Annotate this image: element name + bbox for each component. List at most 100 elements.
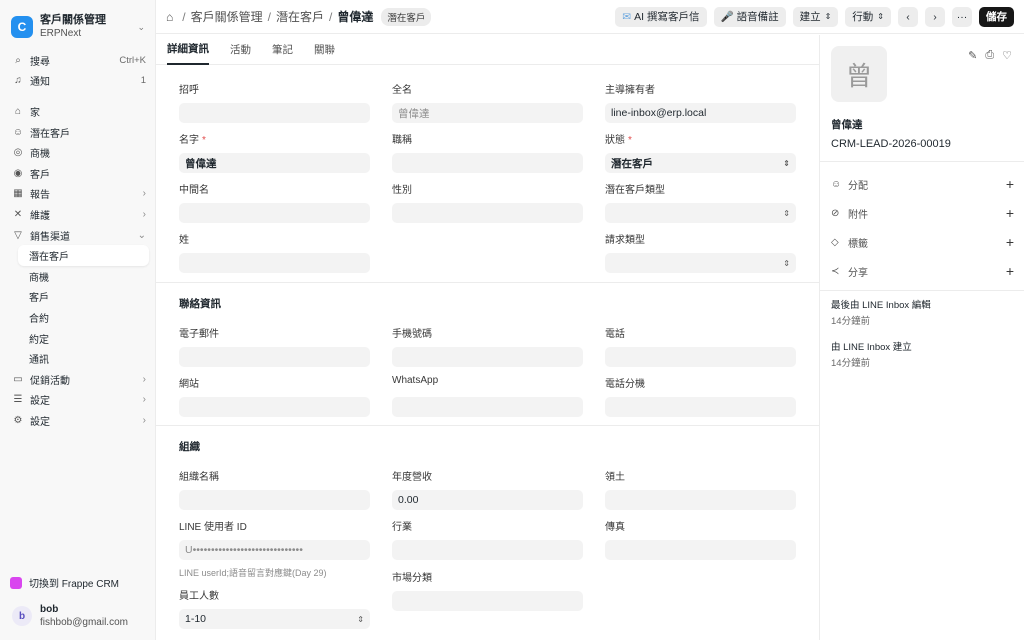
mobile-input[interactable] [392, 347, 583, 367]
employees-select[interactable]: 1-10 ⇕ [179, 609, 370, 629]
save-button[interactable]: 儲存 [979, 6, 1014, 27]
request-type-select[interactable]: ⇕ [605, 253, 796, 273]
assign-action[interactable]: ☺ 分配 + [831, 176, 1014, 192]
plus-icon[interactable]: + [1006, 263, 1014, 279]
tab-notes[interactable]: 筆記 [272, 35, 293, 65]
first-name-input[interactable]: 曾偉達 [179, 153, 370, 173]
home-icon[interactable]: ⌂ [166, 10, 173, 24]
create-button[interactable]: 建立 ⇕ [792, 6, 839, 27]
breadcrumb-crm[interactable]: 客戶關係管理 [191, 8, 263, 25]
field-label: 組織名稱 [179, 472, 219, 483]
tags-action[interactable]: ◇ 標籤 + [831, 234, 1014, 250]
middle-name-input[interactable] [179, 203, 370, 223]
salutation-input[interactable] [179, 103, 370, 123]
last-name-input[interactable] [179, 253, 370, 273]
field-label: 行業 [392, 522, 412, 533]
lead-owner-input[interactable]: line-inbox@erp.local [605, 103, 796, 123]
prev-record-button[interactable]: ‹ [898, 6, 918, 27]
lead-type-select[interactable]: ⇕ [605, 203, 796, 223]
job-title-input[interactable] [392, 153, 583, 173]
sidebar-subitem-appointments[interactable]: 約定 [0, 328, 155, 349]
whatsapp-input[interactable] [392, 397, 583, 417]
sidebar-subitem-communications[interactable]: 通訊 [0, 348, 155, 369]
sidebar-item-campaigns[interactable]: ▭ 促銷活動 › [0, 369, 155, 390]
field-label: 職稱 [392, 135, 412, 146]
print-icon[interactable]: ⎙ [985, 49, 994, 62]
switch-to-frappe-crm[interactable]: 切換到 Frappe CRM [10, 575, 119, 590]
sidebar-subitem-leads[interactable]: 潛在客戶 [18, 245, 149, 266]
sidebar-search[interactable]: ⌕ 搜尋 Ctrl+K [0, 50, 155, 71]
ai-compose-button[interactable]: ✉ AI 撰寫客戶信 [615, 6, 707, 27]
org-name-field: 組織名稱 [179, 468, 370, 510]
sidebar-item-settings[interactable]: ⚙ 設定 › [0, 410, 155, 431]
sidebar-item-leads[interactable]: ☺ 潛在客戶 [0, 122, 155, 143]
section-title: 聯絡資訊 [179, 298, 221, 310]
more-button[interactable]: ··· [952, 6, 972, 27]
email-field: 電子郵件 [179, 325, 370, 367]
ellipsis-icon: ··· [956, 10, 968, 23]
territory-input[interactable] [605, 490, 796, 510]
last-name-field: 姓 [179, 231, 370, 273]
plus-icon[interactable]: + [1006, 176, 1014, 192]
sidebar-subitem-customers[interactable]: 客戶 [0, 287, 155, 308]
phone-ext-input[interactable] [605, 397, 796, 417]
tab-connections[interactable]: 關聯 [314, 35, 335, 65]
actions-button[interactable]: 行動 ⇕ [845, 6, 891, 27]
section-title: 組織 [179, 441, 200, 453]
full-name-input: 曾偉達 [392, 103, 583, 123]
attachments-action[interactable]: ⊘ 附件 + [831, 205, 1014, 221]
sidebar-notifications[interactable]: ♫ 通知 1 [0, 71, 155, 92]
created-log: 由 LINE Inbox 建立 14分鐘前 [831, 340, 912, 372]
next-record-button[interactable]: › [925, 6, 945, 27]
heart-icon[interactable]: ♡ [1002, 49, 1012, 62]
sidebar-item-maintenance[interactable]: ✕ 維護 › [0, 204, 155, 225]
field-label: 招呼 [179, 85, 199, 96]
voice-note-label: 語音備註 [736, 11, 779, 23]
sidebar-item-home[interactable]: ⌂ 家 [0, 101, 155, 122]
website-input[interactable] [179, 397, 370, 417]
breadcrumb-leads[interactable]: 潛在客戶 [276, 8, 324, 25]
app-switcher[interactable]: C 客戶關係管理 ERPNext ⌄ [0, 0, 155, 44]
field-label: 手機號碼 [392, 329, 432, 340]
select-arrows-icon: ⇕ [824, 12, 832, 21]
email-input[interactable] [179, 347, 370, 367]
org-name-input[interactable] [179, 490, 370, 510]
annual-revenue-input[interactable]: 0.00 [392, 490, 583, 510]
sidebar-item-customers[interactable]: ◉ 客戶 [0, 163, 155, 184]
sidebar-item-sales-pipeline[interactable]: ▽ 銷售渠道 ⌄ [0, 225, 155, 246]
plus-icon[interactable]: + [1006, 205, 1014, 221]
sidebar-item-label: 設定 [30, 416, 50, 428]
tab-details[interactable]: 詳細資訊 [167, 35, 209, 65]
sidebar-item-label: 潛在客戶 [29, 252, 69, 264]
sidebar-item-setup[interactable]: ☰ 設定 › [0, 390, 155, 411]
share-action[interactable]: ≺ 分享 + [831, 263, 1014, 279]
record-avatar[interactable]: 曾 [831, 46, 887, 102]
sidebar-subitem-contracts[interactable]: 合約 [0, 307, 155, 328]
voice-note-button[interactable]: 🎤 語音備註 [713, 6, 786, 27]
sidebar-item-label: 搜尋 [30, 56, 50, 68]
edit-icon[interactable]: ✎ [968, 49, 977, 62]
field-label: 電子郵件 [179, 329, 219, 340]
select-arrows-icon: ⇕ [783, 258, 790, 268]
form-area: 詳細資訊 活動 筆記 關聯 招呼 全名 曾偉達 主導擁有者 line-inbox… [156, 35, 819, 640]
market-segment-input[interactable] [392, 591, 583, 611]
tab-activity[interactable]: 活動 [230, 35, 251, 65]
campaign-icon: ▭ [13, 373, 23, 385]
field-label: LINE 使用者 ID [179, 522, 247, 533]
industry-input[interactable] [392, 540, 583, 560]
sidebar-subitem-opportunities[interactable]: 商機 [0, 266, 155, 287]
market-segment-field: 市場分類 [392, 569, 583, 611]
phone-input[interactable] [605, 347, 796, 367]
sidebar-item-reports[interactable]: ▦ 報告 › [0, 184, 155, 205]
user-menu[interactable]: b bob fishbob@gmail.com [12, 603, 128, 629]
app-logo-icon: C [11, 16, 33, 38]
line-user-id-input[interactable]: U•••••••••••••••••••••••••••••• [179, 540, 370, 560]
plus-icon[interactable]: + [1006, 234, 1014, 250]
field-label: 潛在客戶類型 [605, 185, 665, 196]
gender-input[interactable] [392, 203, 583, 223]
create-label: 建立 [799, 11, 821, 23]
fax-input[interactable] [605, 540, 796, 560]
sidebar-item-opportunities[interactable]: ◎ 商機 [0, 142, 155, 163]
record-id: CRM-LEAD-2026-00019 [831, 138, 951, 150]
status-select[interactable]: 潛在客戶 ⇕ [605, 153, 796, 173]
